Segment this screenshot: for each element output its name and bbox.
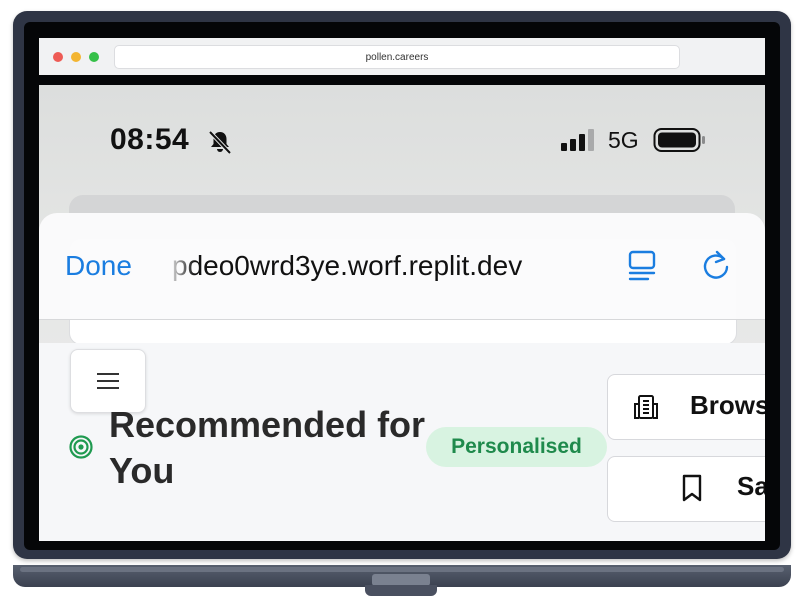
laptop-base-edge bbox=[20, 567, 784, 572]
network-label: 5G bbox=[608, 127, 639, 153]
maximize-window-button[interactable] bbox=[89, 52, 99, 62]
signal-icon bbox=[561, 129, 594, 151]
address-bar-text: pollen.careers bbox=[365, 51, 429, 63]
target-icon bbox=[69, 435, 93, 459]
page-url: pdeo0wrd3ye.worf.replit.dev bbox=[172, 250, 523, 281]
screen: pollen.careers 08:54 5G Done pdeo0wrd3ye… bbox=[39, 38, 765, 541]
close-window-button[interactable] bbox=[53, 52, 63, 62]
done-button[interactable]: Done bbox=[65, 250, 132, 282]
section-title: Recommended for You bbox=[109, 404, 426, 491]
screen-divider bbox=[39, 75, 765, 85]
laptop-foot bbox=[365, 585, 437, 596]
bell-slash-icon bbox=[208, 130, 232, 155]
reload-icon[interactable] bbox=[698, 248, 734, 284]
building-icon bbox=[634, 395, 658, 419]
minimize-window-button[interactable] bbox=[71, 52, 81, 62]
url-fade bbox=[167, 246, 195, 286]
status-time: 08:54 bbox=[110, 123, 190, 156]
personalised-badge: Personalised bbox=[426, 427, 607, 467]
bookmark-icon bbox=[682, 474, 702, 502]
battery-icon bbox=[653, 128, 705, 152]
saved-label: Saved bbox=[737, 471, 765, 501]
hamburger-icon bbox=[97, 373, 119, 389]
reader-icon[interactable] bbox=[626, 248, 662, 284]
address-bar[interactable]: pollen.careers bbox=[114, 45, 680, 69]
browse-label: Browse bbox=[690, 390, 765, 420]
browser-toolbar: pollen.careers bbox=[39, 38, 765, 76]
